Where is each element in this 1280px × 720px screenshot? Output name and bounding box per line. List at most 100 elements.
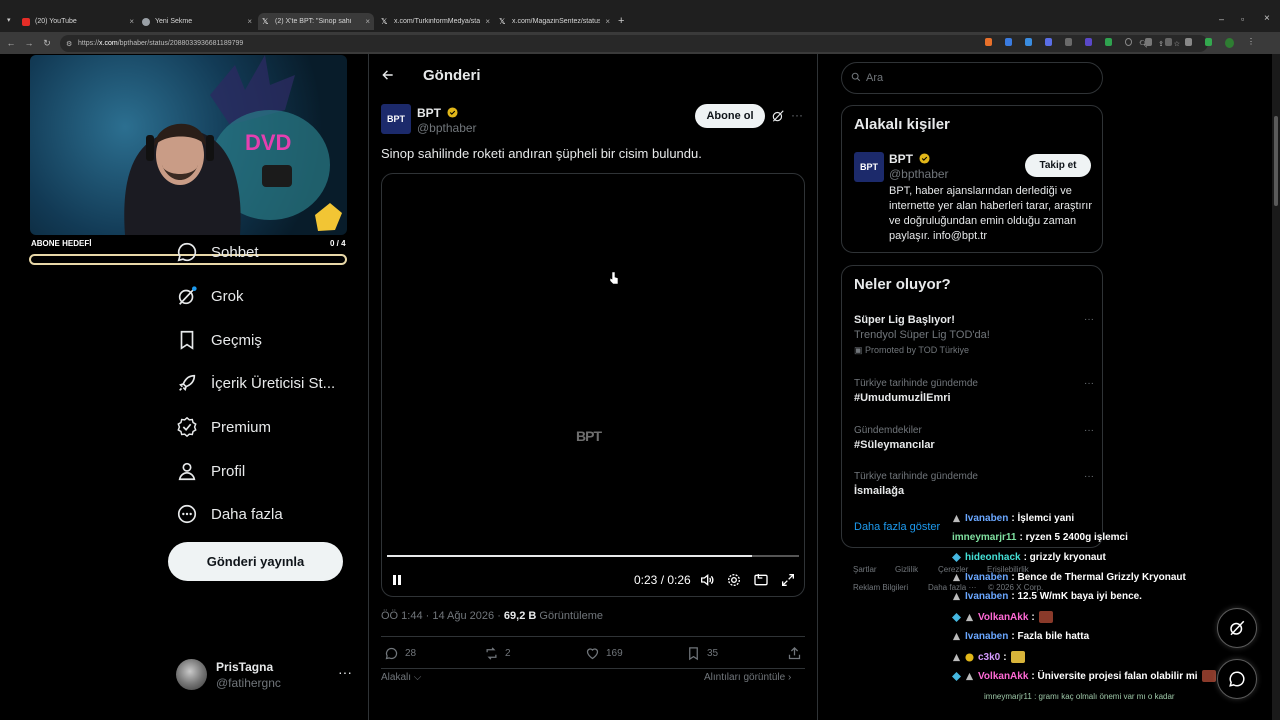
view-label: Görüntüleme <box>536 610 603 622</box>
profile-avatar-icon[interactable] <box>1225 38 1234 48</box>
extension-icon[interactable] <box>1065 38 1072 46</box>
author-name[interactable]: BPT <box>417 106 458 120</box>
close-window-icon[interactable]: × <box>1264 13 1270 24</box>
chat-message: VolkanAkk : <box>952 611 1053 623</box>
fullscreen-icon[interactable] <box>780 572 796 588</box>
follow-button[interactable]: Takip et <box>1025 154 1091 177</box>
nav-profil[interactable]: Profil <box>176 459 245 483</box>
nav-label: Grok <box>211 287 244 305</box>
verified-icon <box>177 416 197 438</box>
trend-item[interactable]: Türkiye tarihinde gündemde #UmudumuzİlEm… <box>854 378 1094 404</box>
nav-sohbet[interactable]: Sohbet <box>176 240 259 264</box>
video-player[interactable] <box>381 173 805 597</box>
footer-link[interactable]: Gizlilik <box>895 565 918 574</box>
bookmark-button[interactable]: 35 <box>686 646 718 661</box>
picture-in-picture-icon[interactable] <box>753 572 769 588</box>
nav-gecmis[interactable]: Geçmiş <box>176 328 262 352</box>
author-avatar[interactable]: BPT <box>381 104 411 134</box>
grok-icon[interactable] <box>771 109 785 123</box>
extension-icon[interactable] <box>1105 38 1112 46</box>
back-arrow-icon[interactable] <box>381 68 395 82</box>
trend-item[interactable]: Gündemdekiler #Süleymancılar ··· <box>854 425 1094 451</box>
footer-link[interactable]: Şartlar <box>853 565 877 574</box>
more-icon[interactable]: ··· <box>1084 471 1094 482</box>
nav-creator-studio[interactable]: İçerik Üreticisi St... <box>176 371 335 395</box>
extension-icon[interactable] <box>1085 38 1092 46</box>
messages-floating-button[interactable] <box>1217 659 1257 699</box>
subscribe-button[interactable]: Abone ol <box>695 104 765 128</box>
tab-youtube[interactable]: (20) YouTube × <box>22 13 134 30</box>
tab-new[interactable]: Yeni Sekme × <box>142 13 252 30</box>
view-quotes-link[interactable]: Alıntıları görüntüle › <box>704 672 791 683</box>
repost-button[interactable]: 2 <box>484 646 511 661</box>
grok-icon <box>178 286 197 305</box>
scrollbar[interactable] <box>1272 54 1280 720</box>
tab-magazinsentez[interactable]: 𝕏 x.com/MagazinSentez/status/2 × <box>499 13 610 30</box>
restore-icon[interactable]: ▫ <box>1241 14 1244 24</box>
reply-icon <box>385 647 398 660</box>
site-info-icon[interactable]: ⚙ <box>66 40 72 48</box>
related-name[interactable]: BPT <box>889 152 930 166</box>
post-more-icon[interactable]: ··· <box>791 108 803 122</box>
extension-icon[interactable] <box>1125 38 1133 46</box>
forward-icon[interactable]: → <box>24 38 34 48</box>
close-icon[interactable]: × <box>605 17 610 26</box>
scrollbar-thumb[interactable] <box>1274 116 1278 206</box>
reload-icon[interactable]: ↻ <box>42 38 52 48</box>
new-tab-icon[interactable]: + <box>618 15 624 27</box>
more-icon[interactable]: ··· <box>1084 378 1094 389</box>
extensions-puzzle-icon[interactable] <box>1185 38 1193 46</box>
extension-icon[interactable] <box>1165 38 1173 46</box>
promo-text: Promoted by TOD Türkiye <box>865 345 970 355</box>
related-dropdown[interactable]: Alakalı ⌵ <box>381 672 421 683</box>
emote-image <box>1038 611 1053 623</box>
volume-icon[interactable] <box>699 572 715 588</box>
grok-floating-button[interactable] <box>1217 608 1257 648</box>
post-timestamp[interactable]: ÖÖ 1:44 · 14 Ağu 2026 · <box>381 610 504 622</box>
reply-button[interactable]: 28 <box>384 646 416 661</box>
chat-username: hideonhack <box>965 552 1021 563</box>
close-icon[interactable]: × <box>247 17 252 26</box>
more-icon[interactable]: ··· <box>338 664 352 680</box>
footer-link[interactable]: Reklam Bilgileri <box>853 583 908 592</box>
post-meta: ÖÖ 1:44 · 14 Ağu 2026 · 69,2 B Görüntüle… <box>381 610 603 622</box>
related-handle[interactable]: @bpthaber <box>889 167 949 181</box>
tab-title: x.com/MagazinSentez/status/2 <box>512 18 600 25</box>
tab-turkinform[interactable]: 𝕏 x.com/TurkinformMedya/status × <box>381 13 490 30</box>
back-icon[interactable]: ← <box>6 38 16 48</box>
tab-bpt-post[interactable]: 𝕏 (2) X'te BPT: "Sinop sahilinde × <box>258 13 374 30</box>
nav-label: Geçmiş <box>211 331 262 349</box>
nav-daha-fazla[interactable]: Daha fazla <box>176 502 283 526</box>
tab-search-icon[interactable]: ▾ <box>7 16 11 24</box>
more-icon[interactable]: ··· <box>1084 425 1094 436</box>
chat-text: : <box>1031 611 1035 623</box>
like-button[interactable]: 169 <box>585 646 623 661</box>
extension-icon[interactable] <box>1145 38 1153 46</box>
more-icon[interactable]: ··· <box>1084 314 1094 325</box>
close-icon[interactable]: × <box>365 17 370 26</box>
settings-gear-icon[interactable] <box>726 572 742 588</box>
extension-icon[interactable] <box>1025 38 1032 46</box>
extension-icon[interactable] <box>1045 38 1052 46</box>
author-handle[interactable]: @bpthaber <box>417 121 477 135</box>
extension-icon[interactable] <box>1205 38 1213 46</box>
video-progress-bar[interactable] <box>387 555 799 557</box>
minimize-icon[interactable]: – <box>1219 14 1224 24</box>
extension-icon[interactable] <box>1005 38 1012 46</box>
trend-item[interactable]: Türkiye tarihinde gündemde İsmailağa ··· <box>854 471 1094 497</box>
extension-icon[interactable] <box>985 38 992 46</box>
close-icon[interactable]: × <box>129 17 134 26</box>
post-button[interactable]: Gönderi yayınla <box>168 542 343 581</box>
nav-grok[interactable]: Grok <box>176 284 244 308</box>
related-avatar[interactable]: BPT <box>854 152 884 182</box>
chat-message: hideonhack : grizzly kryonaut <box>952 552 1106 563</box>
nav-premium[interactable]: Premium <box>176 415 271 439</box>
pause-icon[interactable] <box>392 574 402 586</box>
menu-kebab-icon[interactable]: ⋮ <box>1247 38 1255 48</box>
share-button[interactable] <box>787 646 808 661</box>
trend-item[interactable]: Süper Lig Başlıyor! Trendyol Süper Lig T… <box>854 314 1094 356</box>
close-icon[interactable]: × <box>485 17 490 26</box>
show-more-link[interactable]: Daha fazla göster <box>854 521 940 533</box>
account-switcher[interactable]: PrisTagna @fatihergnc ··· <box>176 658 356 692</box>
search-input[interactable]: Ara <box>841 62 1103 94</box>
